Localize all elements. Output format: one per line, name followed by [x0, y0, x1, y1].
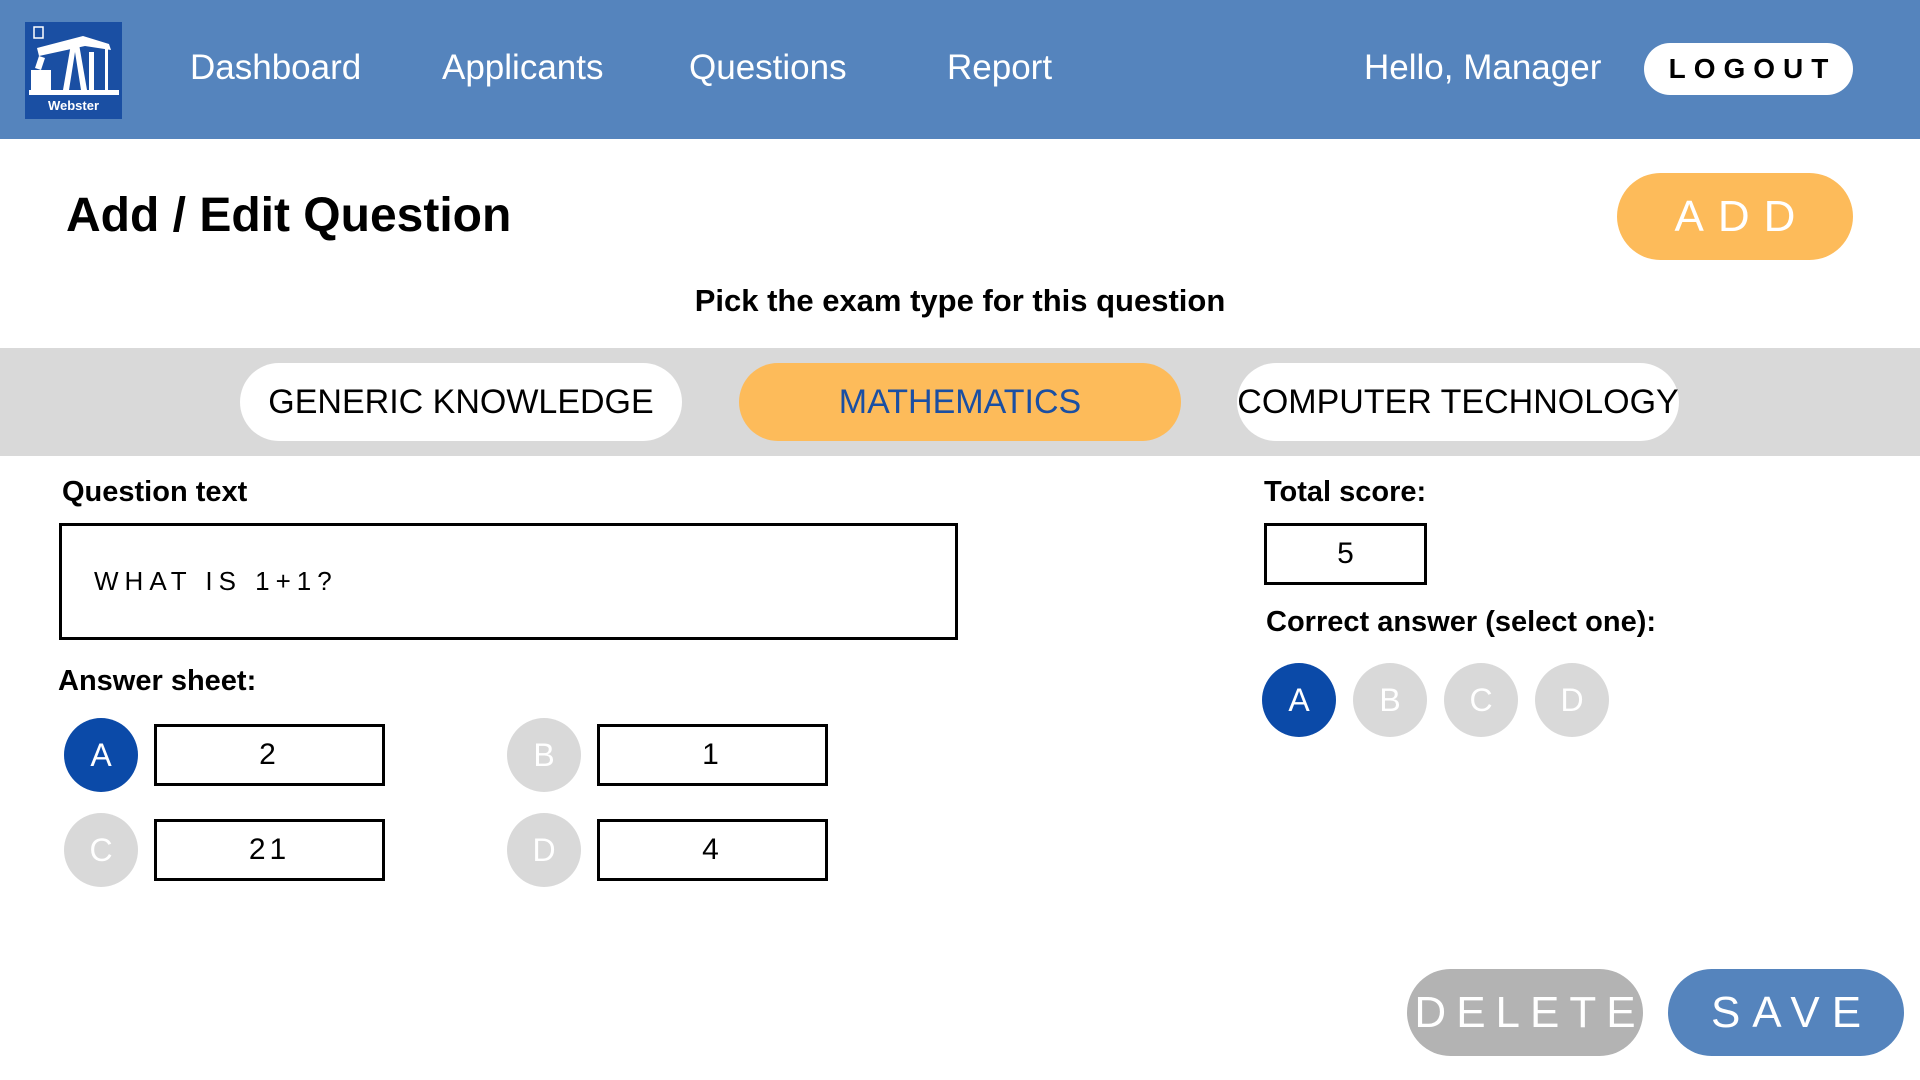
total-score-input[interactable]: 5 — [1264, 523, 1427, 585]
total-score-label: Total score: — [1264, 476, 1427, 508]
save-button[interactable]: SAVE — [1668, 969, 1904, 1056]
nav-report[interactable]: Report — [947, 48, 1052, 88]
exam-type-generic-knowledge[interactable]: GENERIC KNOWLEDGE — [240, 363, 682, 441]
exam-type-prompt: Pick the exam type for this question — [694, 283, 1226, 318]
page-title: Add / Edit Question — [66, 189, 512, 242]
nav-questions[interactable]: Questions — [689, 48, 847, 88]
correct-answer-label: Correct answer (select one): — [1266, 606, 1657, 638]
correct-answer-b[interactable]: B — [1353, 663, 1427, 737]
answer-choice-a-marker[interactable]: A — [64, 718, 138, 792]
answer-choice-c-marker[interactable]: C — [64, 813, 138, 887]
nav-applicants[interactable]: Applicants — [442, 48, 603, 88]
answer-sheet-label: Answer sheet: — [58, 665, 257, 697]
answer-d-input[interactable]: 4 — [597, 819, 828, 881]
logo-text: Webster — [47, 98, 100, 113]
answer-b-input[interactable]: 1 — [597, 724, 828, 786]
question-text-label: Question text — [62, 476, 248, 508]
add-button[interactable]: ADD — [1617, 173, 1853, 260]
exam-type-mathematics[interactable]: MATHEMATICS — [739, 363, 1181, 441]
correct-answer-a[interactable]: A — [1262, 663, 1336, 737]
correct-answer-c[interactable]: C — [1444, 663, 1518, 737]
answer-a-input[interactable]: 2 — [154, 724, 385, 786]
delete-button[interactable]: DELETE — [1407, 969, 1643, 1056]
correct-answer-d[interactable]: D — [1535, 663, 1609, 737]
exam-type-computer-technology[interactable]: COMPUTER TECHNOLOGY — [1237, 363, 1679, 441]
nav-dashboard[interactable]: Dashboard — [190, 48, 361, 88]
company-logo[interactable]: Webster — [25, 22, 122, 119]
answer-choice-d-marker[interactable]: D — [507, 813, 581, 887]
answer-c-input[interactable]: 21 — [154, 819, 385, 881]
user-greeting: Hello, Manager — [1364, 48, 1602, 87]
logout-button[interactable]: LOGOUT — [1644, 43, 1853, 95]
question-text-input[interactable]: WHAT IS 1+1? — [59, 523, 958, 640]
answer-choice-b-marker[interactable]: B — [507, 718, 581, 792]
top-nav-bar: Webster Dashboard Applicants Questions R… — [0, 0, 1920, 139]
